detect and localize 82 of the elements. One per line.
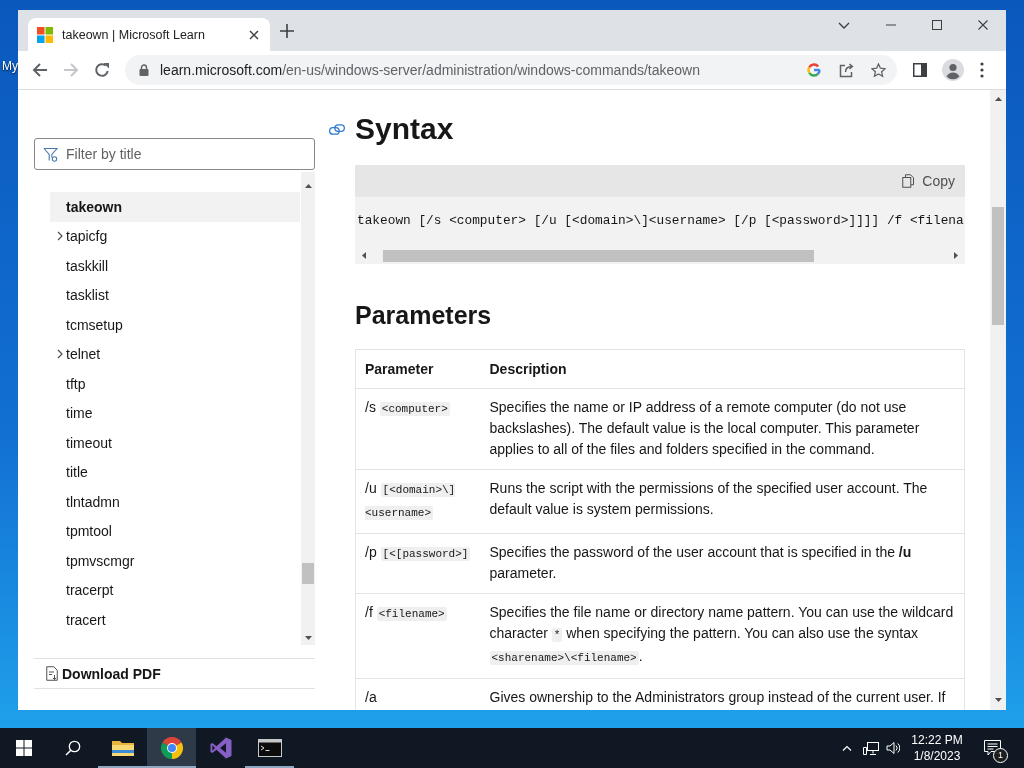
clock-time[interactable]: 12:22 PM [911,732,963,748]
arrow-down-icon[interactable] [994,698,1002,702]
nav-item[interactable]: tracert [50,605,300,635]
document-icon [46,666,58,681]
nav-item[interactable]: tapicfg [50,221,300,251]
back-arrow-icon[interactable] [32,62,48,78]
nav-item[interactable]: tlntadmn [50,487,300,517]
nav-item[interactable]: tftp [50,369,300,399]
reload-icon[interactable] [94,62,110,78]
taskbar-button[interactable] [147,728,196,768]
table-cell: /a [355,678,481,710]
table-cell: /u [<domain>\]<username> [355,469,481,534]
browser-logo-icon [159,736,184,760]
link-icon[interactable] [329,123,345,135]
filter-icon [43,147,58,162]
clock-date[interactable]: 1/8/2023 [913,748,961,764]
section-heading: Syntax [355,111,454,147]
filter-field[interactable]: Filter by title [34,138,315,170]
nav-item[interactable]: timeout [50,428,300,458]
scrollbar-thumb[interactable] [302,563,314,584]
chevron-down-icon[interactable] [838,21,850,29]
download-pdf-link[interactable]: Download PDF [46,665,161,682]
nav-item[interactable]: title [50,457,300,487]
folder-icon [110,738,135,758]
table-cell: Specifies the file name or directory name pattern. You can use the wildcard character * when specifying the pattern. You can also use the syntax <sharename>\<filename>. [480,593,965,679]
chevron-up-icon[interactable] [842,745,852,751]
maximize-icon[interactable] [932,20,942,30]
address-bar[interactable]: learn.microsoft.com/en-us/windows-server/administration/windows-commands/takeown [125,55,897,85]
copy-icon [902,174,915,188]
arrow-up-icon[interactable] [994,97,1002,101]
arrow-left-icon[interactable] [362,252,366,259]
notification-icon[interactable] [984,740,1001,756]
table-cell: /p [<[password>] [355,533,481,594]
g-letter-icon[interactable] [806,62,822,78]
section-heading: Parameters [355,300,493,331]
desktop-icon-label[interactable]: My [2,59,18,73]
table-cell: Gives ownership to the Administrators group instead of the current user. If [480,678,965,710]
nav-item[interactable]: takeown [50,192,300,222]
scrollbar-thumb[interactable] [383,249,814,262]
arrow-right-icon[interactable] [954,252,958,259]
plus-icon[interactable] [280,24,294,38]
nav-item[interactable]: time [50,398,300,428]
close-icon[interactable] [978,20,988,30]
arrow-down-icon[interactable] [304,636,312,640]
lock-icon [139,64,149,76]
chevron-right-icon[interactable] [57,231,63,242]
star-icon[interactable] [871,62,886,78]
terminal-icon [257,739,282,757]
scrollbar-thumb[interactable] [992,207,1004,325]
start-icon[interactable] [16,740,32,756]
arrow-up-icon[interactable] [304,184,312,188]
vertical-scrollbar[interactable] [301,172,315,645]
search-icon[interactable] [65,740,81,756]
column-header: Description [480,349,965,389]
close-icon[interactable] [249,29,259,40]
vertical-scrollbar[interactable] [990,90,1006,710]
network-icon[interactable] [863,740,879,756]
menu-icon[interactable] [980,62,984,78]
person-icon[interactable] [942,59,964,81]
nav-item[interactable]: tcmsetup [50,310,300,340]
table-cell: /f <filename> [355,593,481,679]
ribbon-logo-icon [208,736,233,760]
notification-badge: 1 [993,748,1008,763]
table-cell: /s <computer> [355,388,481,470]
share-icon[interactable] [839,62,854,78]
column-header: Parameter [355,349,481,389]
table-cell: Specifies the name or IP address of a remote computer (do not use backslashes). The default value is the local computer. This parameter applies to all of the files and folders specified in the command. [480,388,965,470]
chevron-right-icon[interactable] [57,349,63,360]
nav-item[interactable]: telnet [50,339,300,369]
nav-item[interactable]: tpmvscmgr [50,546,300,576]
code-text: takeown [/s <computer> [/u [<domain>\]<username> [/p [<password>]]]] /f <filena [357,212,964,230]
nav-item[interactable]: tracerpt [50,575,300,605]
speaker-icon[interactable] [886,741,900,755]
squares-logo-icon [37,26,53,43]
side-panel-icon[interactable] [913,63,927,77]
nav-item[interactable]: tasklist [50,280,300,310]
table-cell: Specifies the password of the user account that is specified in the /u parameter. [480,533,965,594]
copy-button[interactable]: Copy [902,173,955,189]
table-cell: Runs the script with the permissions of the specified user account. The default value is system permissions. [480,469,965,534]
browser-tab[interactable]: takeown | Microsoft Learn [28,18,270,51]
nav-item[interactable]: taskkill [50,251,300,281]
nav-item[interactable]: tpmtool [50,516,300,546]
